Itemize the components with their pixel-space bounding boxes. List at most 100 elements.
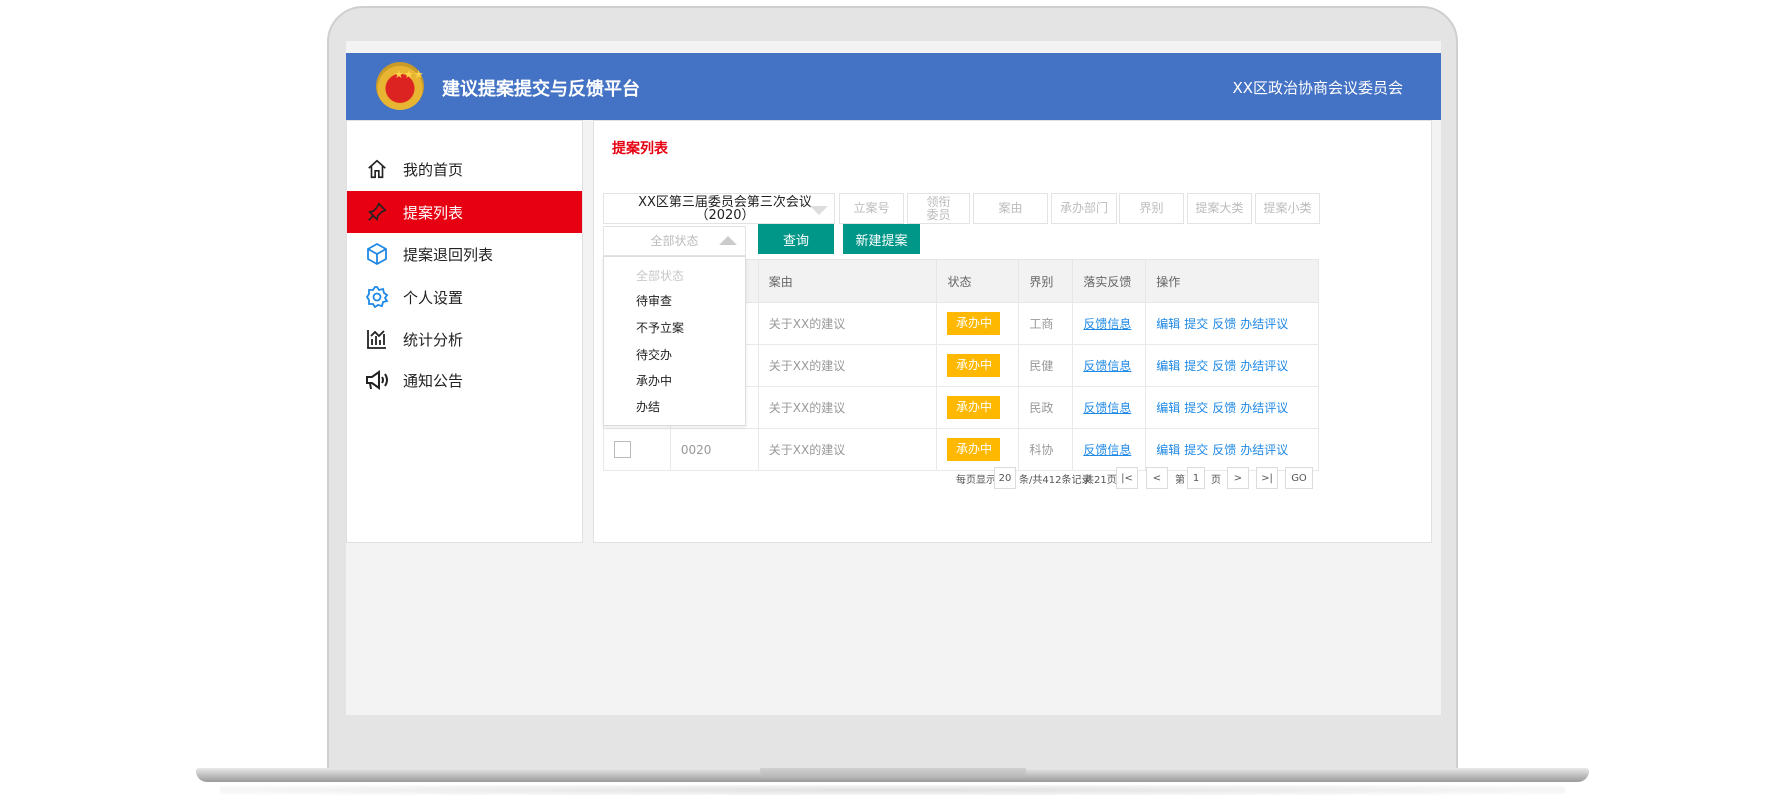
table-row: 0020 关于XX的建议 承办中 科协 反馈信息 编辑 提交 反馈 办结评议 (603, 428, 1319, 471)
feedback-action-link[interactable]: 反馈 (1212, 359, 1236, 373)
first-page-icon: |< (1121, 472, 1133, 484)
app-title: 建议提案提交与反馈平台 (442, 79, 640, 100)
content-panel: 提案列表 XX区第三届委员会第三次会议（2020） 立案号 领衔 委员 案由 承… (593, 120, 1432, 543)
status-cell: 承办中 (936, 302, 1020, 345)
chevron-right-icon: > (1233, 472, 1243, 484)
dropdown-option[interactable]: 办结 (636, 398, 660, 415)
go-button[interactable]: GO (1285, 467, 1313, 489)
megaphone-icon (363, 366, 391, 394)
category-major-input[interactable]: 提案大类 (1187, 193, 1252, 224)
dropdown-option[interactable]: 待审查 (636, 292, 672, 309)
submit-link[interactable]: 提交 (1184, 317, 1208, 331)
feedback-link[interactable]: 反馈信息 (1083, 401, 1131, 415)
actions-cell: 编辑 提交 反馈 办结评议 (1145, 344, 1319, 387)
chevron-up-icon (719, 236, 737, 245)
sidebar-item-notices[interactable]: 通知公告 (347, 359, 582, 401)
evaluate-link[interactable]: 办结评议 (1240, 401, 1288, 415)
lead-member-placeholder: 领衔 (926, 194, 951, 209)
feedback-action-link[interactable]: 反馈 (1212, 443, 1236, 457)
home-icon (363, 155, 391, 183)
edit-link[interactable]: 编辑 (1156, 359, 1180, 373)
status-badge: 承办中 (947, 354, 1001, 377)
org-name: XX区政治协商会议委员会 (1232, 79, 1403, 97)
submit-link[interactable]: 提交 (1184, 443, 1208, 457)
next-page-button[interactable]: > (1227, 467, 1249, 489)
current-page-input[interactable]: 1 (1187, 467, 1205, 489)
edit-link[interactable]: 编辑 (1156, 443, 1180, 457)
dropdown-option[interactable]: 不予立案 (636, 319, 684, 336)
sidebar-item-settings[interactable]: 个人设置 (347, 276, 582, 318)
submit-link[interactable]: 提交 (1184, 401, 1208, 415)
sidebar-item-label: 个人设置 (403, 288, 464, 307)
row-number: 0020 (669, 428, 759, 471)
status-select-value: 全部状态 (650, 233, 699, 248)
row-checkbox[interactable] (614, 441, 631, 458)
select-cell (603, 428, 671, 471)
first-page-button[interactable]: |< (1116, 467, 1138, 489)
sector-input[interactable]: 界别 (1119, 193, 1184, 224)
lead-member-input[interactable]: 领衔 委员 (907, 193, 970, 224)
session-select-value: XX区第三届委员会第三次会议（2020） (638, 194, 812, 223)
new-proposal-button[interactable]: 新建提案 (843, 224, 920, 254)
status-cell: 承办中 (936, 428, 1020, 471)
page-suffix: 页 (1211, 475, 1221, 486)
feedback-action-link[interactable]: 反馈 (1212, 401, 1236, 415)
edit-link[interactable]: 编辑 (1156, 317, 1180, 331)
sidebar-item-label: 通知公告 (403, 371, 464, 390)
lead-member-placeholder-2: 委员 (926, 207, 951, 222)
evaluate-link[interactable]: 办结评议 (1240, 317, 1288, 331)
feedback-link[interactable]: 反馈信息 (1083, 359, 1131, 373)
sidebar: 我的首页 提案列表 提案退回列表 个人设置 统计分析 通知公告 (346, 120, 583, 543)
last-page-button[interactable]: >| (1256, 467, 1278, 489)
sidebar-item-proposals[interactable]: 提案列表 (347, 191, 582, 233)
feedback-cell: 反馈信息 (1072, 386, 1147, 429)
sidebar-item-statistics[interactable]: 统计分析 (347, 318, 582, 360)
laptop-shadow (220, 785, 1565, 795)
app-header: ★★★ 建议提案提交与反馈平台 XX区政治协商会议委员会 (346, 53, 1441, 120)
row-sector: 工商 (1018, 302, 1074, 345)
reason-input[interactable]: 案由 (973, 193, 1048, 224)
actions-cell: 编辑 提交 反馈 办结评议 (1145, 302, 1319, 345)
status-select[interactable]: 全部状态 (603, 226, 746, 256)
feedback-link[interactable]: 反馈信息 (1083, 317, 1131, 331)
page-title: 提案列表 (612, 141, 668, 157)
dropdown-option[interactable]: 待交办 (636, 346, 672, 363)
pin-icon (363, 198, 391, 226)
dropdown-option[interactable]: 全部状态 (636, 267, 684, 284)
per-page-label: 每页显示 (956, 475, 996, 486)
query-button[interactable]: 查询 (758, 224, 834, 254)
last-page-icon: >| (1261, 472, 1273, 484)
submit-link[interactable]: 提交 (1184, 359, 1208, 373)
category-minor-placeholder: 提案小类 (1263, 201, 1312, 215)
sidebar-item-label: 提案列表 (403, 203, 464, 222)
cube-icon (363, 240, 391, 268)
department-input[interactable]: 承办部门 (1051, 193, 1117, 224)
status-badge: 承办中 (947, 312, 1001, 335)
reason-placeholder: 案由 (998, 201, 1023, 215)
total-pages: 共21页 (1084, 475, 1117, 486)
category-minor-input[interactable]: 提案小类 (1255, 193, 1320, 224)
case-no-input[interactable]: 立案号 (839, 193, 904, 224)
evaluate-link[interactable]: 办结评议 (1240, 359, 1288, 373)
dropdown-option[interactable]: 承办中 (636, 372, 672, 389)
status-badge: 承办中 (947, 438, 1001, 461)
session-select[interactable]: XX区第三届委员会第三次会议（2020） (603, 193, 835, 224)
gear-icon (363, 283, 391, 311)
sidebar-item-returned[interactable]: 提案退回列表 (347, 233, 582, 275)
per-page-input[interactable]: 20 (994, 467, 1016, 489)
sidebar-item-home[interactable]: 我的首页 (347, 148, 582, 190)
sector-placeholder: 界别 (1139, 201, 1164, 215)
column-header: 案由 (757, 259, 938, 303)
row-sector: 民健 (1018, 344, 1074, 387)
actions-cell: 编辑 提交 反馈 办结评议 (1145, 386, 1319, 429)
category-major-placeholder: 提案大类 (1195, 201, 1244, 215)
evaluate-link[interactable]: 办结评议 (1240, 443, 1288, 457)
prev-page-button[interactable]: < (1146, 467, 1168, 489)
sidebar-item-label: 我的首页 (403, 160, 464, 179)
row-sector: 民政 (1018, 386, 1074, 429)
feedback-link[interactable]: 反馈信息 (1083, 443, 1131, 457)
status-badge: 承办中 (947, 396, 1001, 419)
feedback-action-link[interactable]: 反馈 (1212, 317, 1236, 331)
edit-link[interactable]: 编辑 (1156, 401, 1180, 415)
status-cell: 承办中 (936, 344, 1020, 387)
